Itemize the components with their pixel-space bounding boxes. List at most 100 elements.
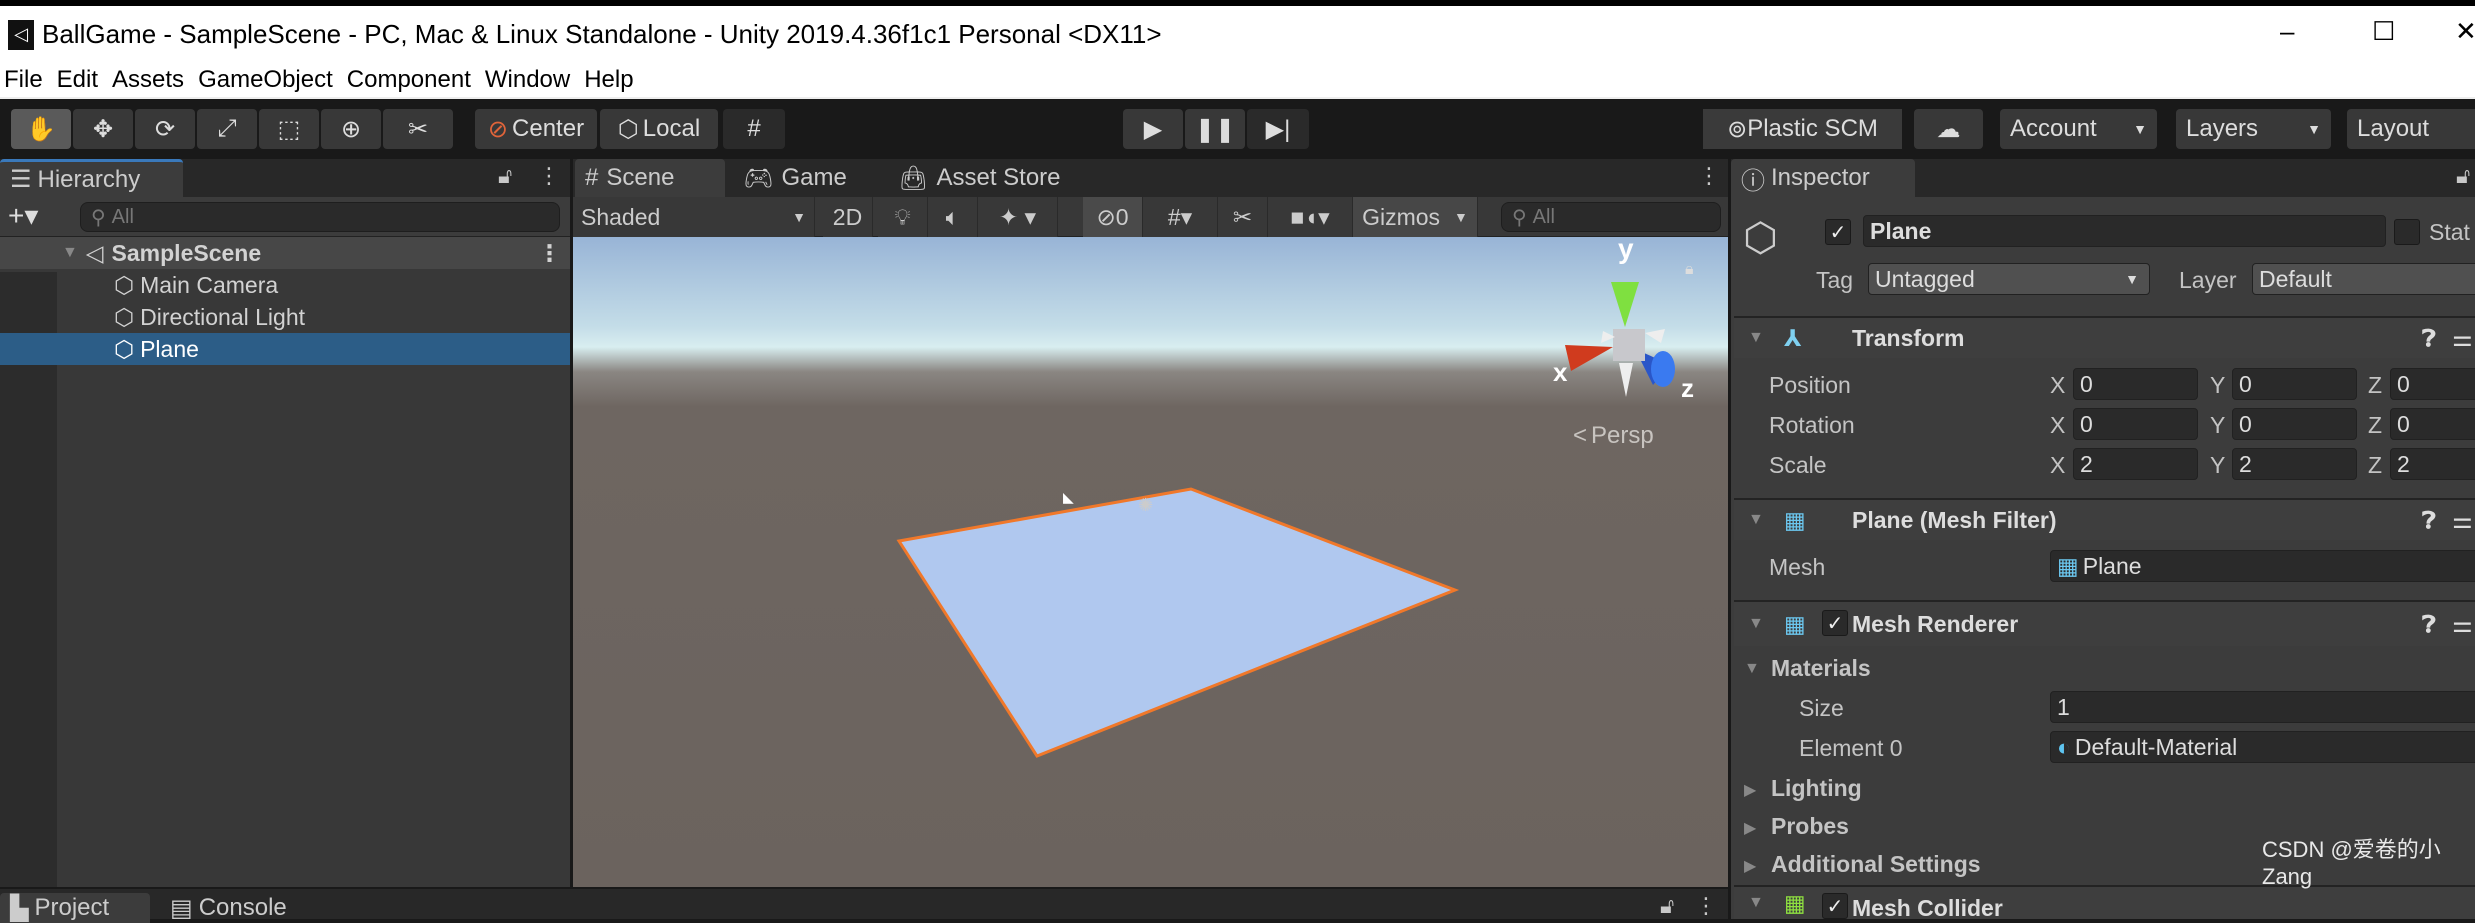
grid-snap-icon[interactable]: # (723, 109, 785, 149)
y-label[interactable]: Y (2210, 372, 2225, 399)
transform-tool-icon[interactable]: ⊕ (321, 109, 381, 149)
hierarchy-search-input[interactable]: ⚲ All (80, 202, 560, 232)
orientation-gizmo[interactable] (1565, 282, 1675, 397)
hierarchy-item[interactable]: ⬡ Directional Light (0, 301, 570, 333)
x-label[interactable]: X (2050, 412, 2065, 439)
add-button[interactable]: +▾ (8, 199, 38, 232)
mesh-filter-header[interactable]: ▼ ▦ Plane (Mesh Filter) ❓︎ ⚌ (1734, 498, 2475, 540)
menu-edit[interactable]: Edit (57, 66, 98, 94)
layer-dropdown[interactable]: Default (2252, 263, 2475, 295)
settings-sliders-icon[interactable]: ⚌ (2452, 507, 2473, 534)
enabled-checkbox[interactable]: ✓ (1822, 893, 1848, 919)
expand-triangle-icon[interactable]: ▶ (1744, 780, 1756, 800)
more-menu-icon[interactable]: ⋮ (1695, 893, 1717, 919)
expand-triangle-icon[interactable]: ▼ (1748, 329, 1764, 347)
maximize-button[interactable]: ☐ (2372, 16, 2395, 47)
rotation-x-field[interactable]: 0 (2073, 408, 2198, 440)
active-checkbox[interactable]: ✓ (1825, 219, 1851, 245)
help-icon[interactable]: ❓︎ (2422, 507, 2436, 534)
probes-foldout[interactable]: Probes (1771, 813, 1849, 840)
scene-viewport[interactable]: ◣ ✺ y x z 🔒︎ < Persp (573, 237, 1728, 887)
enabled-checkbox[interactable]: ✓ (1822, 610, 1848, 636)
material-field[interactable]: ◐ Default-Material (2050, 731, 2475, 763)
shading-dropdown[interactable]: Shaded ▼ (573, 197, 815, 237)
pause-button[interactable]: ❚❚ (1185, 109, 1245, 149)
position-x-field[interactable]: 0 (2073, 368, 2198, 400)
scene-row[interactable]: ▼ ◁ SampleScene ⋮ (0, 237, 570, 269)
menu-component[interactable]: Component (347, 66, 471, 94)
more-menu-icon[interactable]: ⋮ (538, 163, 560, 189)
step-button[interactable]: ▶| (1247, 109, 1309, 149)
hidden-objects-toggle[interactable]: ⊘ 0 (1083, 197, 1143, 237)
expand-triangle-icon[interactable]: ▼ (1748, 615, 1764, 633)
static-checkbox[interactable] (2394, 219, 2420, 245)
z-label[interactable]: Z (2368, 372, 2382, 399)
plane-object[interactable] (896, 487, 1460, 758)
layers-dropdown[interactable]: Layers ▼ (2176, 109, 2331, 149)
projection-toggle[interactable]: < Persp (1573, 422, 1654, 450)
tools-icon[interactable]: ✂ (1218, 197, 1268, 237)
lock-icon[interactable]: 🔓︎ (498, 163, 512, 189)
play-button[interactable]: ▶ (1123, 109, 1183, 149)
audio-toggle-icon[interactable]: 🔈︎ (928, 197, 978, 237)
scene-menu-icon[interactable]: ⋮ (538, 240, 561, 267)
additional-settings-foldout[interactable]: Additional Settings (1771, 851, 1981, 878)
menu-assets[interactable]: Assets (112, 66, 184, 94)
position-y-field[interactable]: 0 (2232, 368, 2357, 400)
expand-triangle-icon[interactable]: ▼ (1748, 894, 1764, 912)
effects-dropdown-icon[interactable]: ✦ ▾ (978, 197, 1058, 237)
tag-dropdown[interactable]: Untagged ▼ (1868, 263, 2150, 295)
x-label[interactable]: X (2050, 372, 2065, 399)
tab-asset-store[interactable]: 👜︎ Asset Store (888, 159, 1098, 197)
menu-gameobject[interactable]: GameObject (198, 66, 333, 94)
custom-tool-icon[interactable]: ✂ (383, 109, 453, 149)
lock-icon[interactable]: 🔒︎ (1685, 261, 1694, 279)
hand-tool-icon[interactable]: ✋ (11, 109, 71, 149)
expand-triangle-icon[interactable]: ▼ (1748, 511, 1764, 529)
scale-y-field[interactable]: 2 (2232, 448, 2357, 480)
help-icon[interactable]: ❓︎ (2422, 611, 2436, 638)
mesh-collider-header[interactable]: ▼ ▦ ✓ Mesh Collider (1734, 885, 2475, 921)
more-menu-icon[interactable]: ⋮ (1698, 163, 1720, 189)
tab-hierarchy[interactable]: ☰ Hierarchy (0, 159, 183, 197)
lock-icon[interactable]: 🔓︎ (1660, 893, 1674, 919)
lock-icon[interactable]: 🔓︎ (2456, 163, 2470, 189)
position-z-field[interactable]: 0 (2390, 368, 2475, 400)
materials-foldout[interactable]: Materials (1771, 655, 1871, 682)
scale-z-field[interactable]: 2 (2390, 448, 2475, 480)
settings-sliders-icon[interactable]: ⚌ (2452, 611, 2473, 638)
menu-window[interactable]: Window (485, 66, 570, 94)
expand-triangle-icon[interactable]: ▼ (1744, 660, 1760, 678)
menu-help[interactable]: Help (584, 66, 633, 94)
z-label[interactable]: Z (2368, 412, 2382, 439)
rotate-tool-icon[interactable]: ⟳ (135, 109, 195, 149)
expand-triangle-icon[interactable]: ▶ (1744, 856, 1756, 876)
plastic-scm-button[interactable]: ⊚ Plastic SCM (1703, 109, 1902, 149)
y-label[interactable]: Y (2210, 412, 2225, 439)
settings-sliders-icon[interactable]: ⚌ (2452, 325, 2473, 352)
rotation-y-field[interactable]: 0 (2232, 408, 2357, 440)
expand-triangle-icon[interactable]: ▼ (62, 244, 78, 262)
scale-tool-icon[interactable]: ⤢ (197, 109, 257, 149)
mesh-field[interactable]: ▦ Plane (2050, 550, 2475, 582)
layout-dropdown[interactable]: Layout (2347, 109, 2475, 149)
move-tool-icon[interactable]: ✥ (73, 109, 133, 149)
hierarchy-item-selected[interactable]: ⬡ Plane (0, 333, 570, 365)
tab-scene[interactable]: # Scene (575, 159, 725, 197)
size-field[interactable]: 1 (2050, 691, 2475, 723)
minimize-button[interactable]: – (2280, 16, 2294, 47)
tab-inspector[interactable]: ⓘ Inspector (1731, 159, 1915, 197)
lighting-toggle-icon[interactable]: 💡︎ (878, 197, 928, 237)
y-label[interactable]: Y (2210, 452, 2225, 479)
account-dropdown[interactable]: Account ▼ (2000, 109, 2157, 149)
lighting-foldout[interactable]: Lighting (1771, 775, 1862, 802)
scene-search-input[interactable]: ⚲ All (1501, 202, 1721, 232)
close-button[interactable]: ✕ (2455, 16, 2475, 47)
grid-toggle-icon[interactable]: #▾ (1143, 197, 1218, 237)
help-icon[interactable]: ❓︎ (2422, 325, 2436, 352)
hierarchy-item[interactable]: ⬡ Main Camera (0, 269, 570, 301)
tab-game[interactable]: 🎮︎ Game (733, 159, 883, 197)
cloud-icon[interactable]: ☁ (1914, 109, 1983, 149)
menu-file[interactable]: File (4, 66, 43, 94)
mesh-renderer-header[interactable]: ▼ ▦ ✓ Mesh Renderer ❓︎ ⚌ (1734, 600, 2475, 646)
